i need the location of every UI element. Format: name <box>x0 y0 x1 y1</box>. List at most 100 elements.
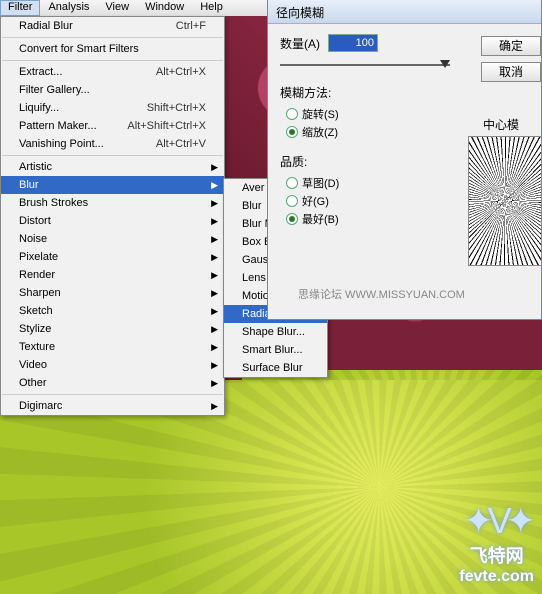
menu-item-label: Pixelate <box>19 251 206 263</box>
radio-icon[interactable] <box>286 213 298 225</box>
menu-item-sketch[interactable]: Sketch ▶ <box>1 302 224 320</box>
submenu-arrow-icon: ▶ <box>211 288 218 299</box>
radio-label: 草图(D) <box>302 175 339 191</box>
menu-item-label: Stylize <box>19 323 206 335</box>
menu-item-shortcut: Shift+Ctrl+X <box>147 102 206 114</box>
submenu-arrow-icon: ▶ <box>211 342 218 353</box>
amount-slider[interactable] <box>280 60 450 70</box>
menu-item-label: Digimarc <box>19 400 206 412</box>
menu-item-extract[interactable]: Extract... Alt+Ctrl+X <box>1 63 224 81</box>
menu-item-label: Artistic <box>19 161 206 173</box>
menu-item-label: Other <box>19 377 206 389</box>
forum-watermark: 思缘论坛 WWW.MISSYUAN.COM <box>298 286 465 302</box>
menu-item-label: Pattern Maker... <box>19 120 127 132</box>
menu-filter[interactable]: Filter <box>0 0 40 16</box>
menu-item-label: Surface Blur <box>242 362 321 374</box>
submenu-arrow-icon: ▶ <box>211 306 218 317</box>
submenu-arrow-icon: ▶ <box>211 252 218 263</box>
menu-item-texture[interactable]: Texture ▶ <box>1 338 224 356</box>
radial-blur-dialog: 径向模糊 数量(A) 模糊方法: 旋转(S) 缩放(Z) 品质: 草图(D) <box>267 0 542 320</box>
cancel-button[interactable]: 取消 <box>481 62 541 82</box>
radio-icon[interactable] <box>286 195 298 207</box>
menu-item-distort[interactable]: Distort ▶ <box>1 212 224 230</box>
menu-item-video[interactable]: Video ▶ <box>1 356 224 374</box>
slider-thumb-icon[interactable] <box>440 60 450 68</box>
menu-item-label: Video <box>19 359 206 371</box>
menu-help[interactable]: Help <box>192 0 231 16</box>
menu-separator <box>2 60 223 61</box>
radio-label: 最好(B) <box>302 211 339 227</box>
menu-item-sharpen[interactable]: Sharpen ▶ <box>1 284 224 302</box>
menu-separator <box>2 37 223 38</box>
menu-item-last-filter[interactable]: Radial Blur Ctrl+F <box>1 17 224 35</box>
menu-item-brush-strokes[interactable]: Brush Strokes ▶ <box>1 194 224 212</box>
menu-item-noise[interactable]: Noise ▶ <box>1 230 224 248</box>
radio-label: 好(G) <box>302 193 329 209</box>
submenu-arrow-icon: ▶ <box>211 216 218 227</box>
radio-icon[interactable] <box>286 177 298 189</box>
menu-view[interactable]: View <box>97 0 137 16</box>
menu-item-label: Extract... <box>19 66 156 78</box>
submenu-arrow-icon: ▶ <box>211 270 218 281</box>
logo-text: 飞特网 <box>459 542 534 568</box>
menu-item-shortcut: Ctrl+F <box>176 20 206 32</box>
menu-separator <box>2 394 223 395</box>
submenu-arrow-icon: ▶ <box>211 378 218 389</box>
radio-icon[interactable] <box>286 126 298 138</box>
dialog-title: 径向模糊 <box>268 0 541 24</box>
submenu-item-surface-blur[interactable]: Surface Blur <box>224 359 327 377</box>
amount-label: 数量(A) <box>280 35 320 52</box>
menu-item-label: Shape Blur... <box>242 326 321 338</box>
logo-url: fevte.com <box>459 568 534 586</box>
radio-icon[interactable] <box>286 108 298 120</box>
menu-item-label: Convert for Smart Filters <box>19 43 206 55</box>
menu-item-label: Distort <box>19 215 206 227</box>
watermark-logo: ✦V✦ 飞特网 fevte.com <box>459 500 534 586</box>
menu-item-pixelate[interactable]: Pixelate ▶ <box>1 248 224 266</box>
submenu-arrow-icon: ▶ <box>211 198 218 209</box>
filter-dropdown: Radial Blur Ctrl+F Convert for Smart Fil… <box>0 16 225 416</box>
amount-input[interactable] <box>328 34 378 52</box>
submenu-arrow-icon: ▶ <box>211 162 218 173</box>
menu-item-blur[interactable]: Blur ▶ <box>1 176 224 194</box>
menu-item-label: Blur <box>19 179 206 191</box>
menu-item-label: Sketch <box>19 305 206 317</box>
submenu-arrow-icon: ▶ <box>211 360 218 371</box>
menu-item-label: Render <box>19 269 206 281</box>
menu-item-vanishing-point[interactable]: Vanishing Point... Alt+Ctrl+V <box>1 135 224 153</box>
menu-item-label: Liquify... <box>19 102 147 114</box>
menu-item-stylize[interactable]: Stylize ▶ <box>1 320 224 338</box>
menu-item-liquify[interactable]: Liquify... Shift+Ctrl+X <box>1 99 224 117</box>
radio-label: 旋转(S) <box>302 106 339 122</box>
menu-item-convert-smart[interactable]: Convert for Smart Filters <box>1 40 224 58</box>
menu-item-other[interactable]: Other ▶ <box>1 374 224 392</box>
menu-item-render[interactable]: Render ▶ <box>1 266 224 284</box>
menu-item-artistic[interactable]: Artistic ▶ <box>1 158 224 176</box>
method-label: 模糊方法: <box>280 84 529 101</box>
wings-icon: ✦V✦ <box>459 500 534 542</box>
menu-item-label: Noise <box>19 233 206 245</box>
submenu-arrow-icon: ▶ <box>211 324 218 335</box>
menu-item-label: Texture <box>19 341 206 353</box>
blur-center-label: 中心模 <box>483 116 519 133</box>
menu-window[interactable]: Window <box>137 0 192 16</box>
blur-center-preview[interactable] <box>468 136 542 266</box>
menu-analysis[interactable]: Analysis <box>40 0 97 16</box>
submenu-item-shape-blur[interactable]: Shape Blur... <box>224 323 327 341</box>
menu-separator <box>2 155 223 156</box>
ok-button[interactable]: 确定 <box>481 36 541 56</box>
menu-item-label: Radial Blur <box>19 20 176 32</box>
menu-item-shortcut: Alt+Ctrl+X <box>156 66 206 78</box>
menu-item-shortcut: Alt+Shift+Ctrl+X <box>127 120 206 132</box>
radio-label: 缩放(Z) <box>302 124 338 140</box>
menu-item-shortcut: Alt+Ctrl+V <box>156 138 206 150</box>
submenu-item-smart-blur[interactable]: Smart Blur... <box>224 341 327 359</box>
menu-item-pattern-maker[interactable]: Pattern Maker... Alt+Shift+Ctrl+X <box>1 117 224 135</box>
menu-item-label: Sharpen <box>19 287 206 299</box>
menu-item-label: Brush Strokes <box>19 197 206 209</box>
menu-item-label: Vanishing Point... <box>19 138 156 150</box>
menu-item-digimarc[interactable]: Digimarc ▶ <box>1 397 224 415</box>
menu-item-filter-gallery[interactable]: Filter Gallery... <box>1 81 224 99</box>
menu-item-label: Filter Gallery... <box>19 84 206 96</box>
menu-item-label: Smart Blur... <box>242 344 321 356</box>
